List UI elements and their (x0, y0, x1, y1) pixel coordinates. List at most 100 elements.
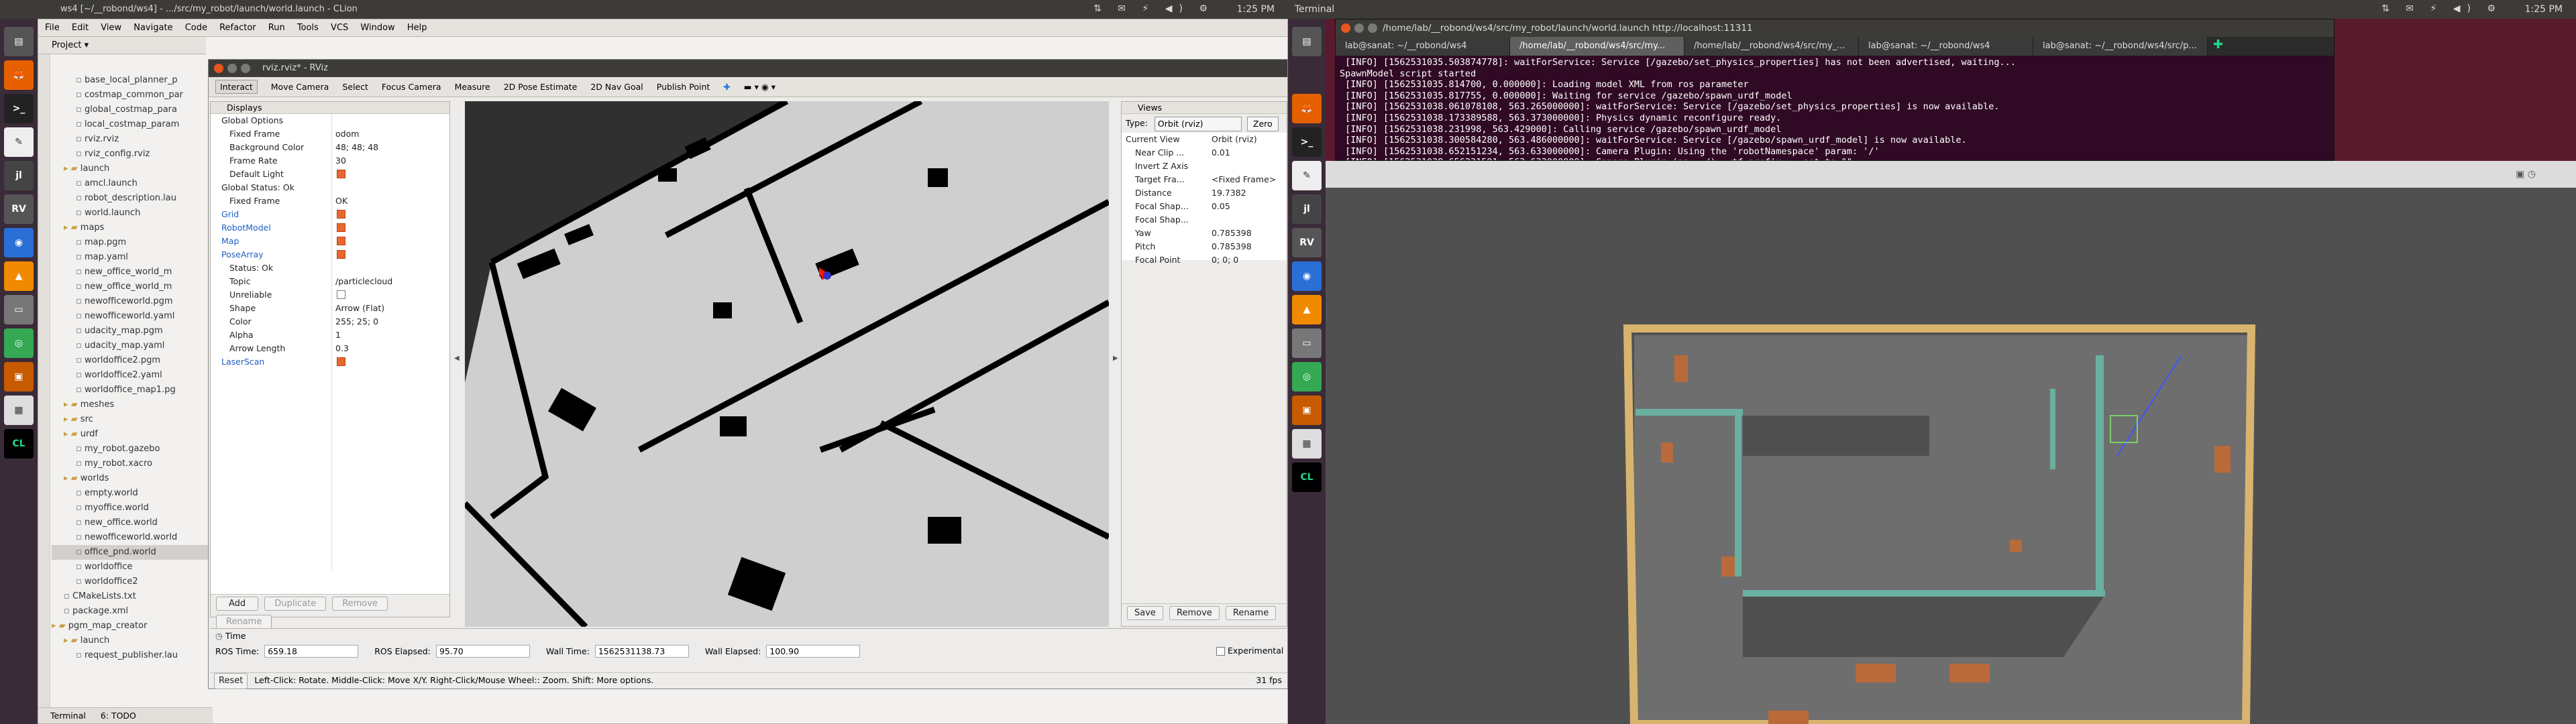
vm-icon[interactable]: ▣ (4, 362, 34, 391)
reset-button[interactable]: Reset (214, 673, 248, 689)
tool-2d-pose-estimate[interactable]: 2D Pose Estimate (504, 82, 578, 92)
clock[interactable]: 1:25 PM (1237, 4, 1275, 15)
rviz-minimize-button[interactable] (227, 64, 237, 73)
rviz-icon[interactable]: RV (4, 194, 34, 224)
tool-move-camera[interactable]: Move Camera (271, 82, 329, 92)
clion-icon-2[interactable]: CL (1292, 463, 1322, 492)
rviz-close-button[interactable] (214, 64, 223, 73)
view-row[interactable]: Current View Orbit (rviz) (1126, 133, 1287, 146)
view-zero-button[interactable]: Zero (1246, 116, 1279, 131)
view-row[interactable]: Target Fra... <Fixed Frame> (1126, 173, 1287, 186)
tool-focus-camera[interactable]: Focus Camera (382, 82, 441, 92)
chrome-icon-2[interactable]: ◎ (1292, 362, 1322, 391)
rviz-icon-2[interactable]: RV (1292, 228, 1322, 257)
right-tray-icons[interactable]: ⇅ ✉ ⚡ ◀) ⚙ (2381, 3, 2502, 14)
vlc-icon[interactable]: ▲ (4, 261, 34, 291)
terminal-tab-2[interactable]: /home/lab/__robond/ws4/src/my... (1510, 37, 1684, 56)
terminal-tab-4[interactable]: lab@sanat: ~/__robond/ws4 (1859, 37, 2033, 56)
vlc-icon-2[interactable]: ▲ (1292, 295, 1322, 324)
drive-icon[interactable]: ▭ (4, 295, 34, 324)
view-row[interactable]: Focal Point 0; 0; 0 (1126, 253, 1287, 267)
display-value[interactable]: OK (335, 194, 347, 208)
view-row[interactable]: Distance 19.7382 (1126, 186, 1287, 200)
display-value[interactable]: 30 (335, 154, 346, 168)
terminal-tab-5[interactable]: lab@sanat: ~/__robond/ws4/src/p... (2033, 37, 2208, 56)
menu-edit[interactable]: Edit (72, 23, 89, 33)
editor-icon-2[interactable]: ✎ (1292, 161, 1322, 190)
display-value[interactable]: 0.3 (335, 342, 349, 355)
view-prop-value[interactable]: Orbit (rviz) (1212, 133, 1257, 146)
system-tray-icons[interactable]: ⇅ ✉ ⚡ ◀) ⚙ (1093, 3, 1214, 14)
menu-view[interactable]: View (101, 23, 121, 33)
terminal-output[interactable]: [INFO] [1562531035.503874778]: waitForSe… (1336, 56, 2334, 160)
firefox-icon[interactable]: 🦊 (4, 60, 34, 90)
display-checkbox[interactable] (337, 223, 345, 232)
rviz-3d-viewport[interactable] (465, 101, 1109, 627)
chromium-icon[interactable]: ◉ (4, 228, 34, 257)
tool-options-icon[interactable]: ▬ ▾ ◉ ▾ (744, 82, 775, 92)
vm-icon-2[interactable]: ▣ (1292, 396, 1322, 425)
tool-select[interactable]: Select (342, 82, 368, 92)
view-row[interactable]: Invert Z Axis (1126, 160, 1287, 173)
files-icon[interactable]: ▤ (4, 27, 34, 56)
todo-tab[interactable]: 6: TODO (101, 711, 136, 721)
menu-vcs[interactable]: VCS (331, 23, 348, 33)
view-row[interactable]: Focal Shap... 0.05 (1126, 200, 1287, 213)
menu-window[interactable]: Window (360, 23, 394, 33)
terminal-tab[interactable]: Terminal (50, 711, 86, 721)
terminal-icon-2[interactable]: >_ (1292, 127, 1322, 157)
remove-display-button[interactable]: Remove (332, 597, 388, 611)
add-display-button[interactable]: Add (216, 597, 259, 611)
view-type-select[interactable]: Orbit (rviz) (1154, 116, 1242, 131)
wall-elapsed-field[interactable]: 100.90 (766, 645, 861, 658)
menu-code[interactable]: Code (185, 23, 207, 33)
rviz-maximize-button[interactable] (241, 64, 250, 73)
view-prop-value[interactable]: 0; 0; 0 (1212, 253, 1238, 267)
files-icon-2[interactable]: ▤ (1292, 27, 1322, 56)
display-value[interactable]: Arrow (Flat) (335, 302, 384, 315)
terminal-maximize-button[interactable] (1368, 23, 1377, 33)
display-checkbox[interactable] (337, 170, 345, 178)
tool-publish-point[interactable]: Publish Point (657, 82, 710, 92)
display-value[interactable]: odom (335, 127, 359, 141)
view-prop-value[interactable]: 0.05 (1212, 200, 1230, 213)
display-checkbox[interactable] (337, 237, 345, 245)
ros-elapsed-field[interactable]: 95.70 (435, 645, 530, 658)
display-checkbox[interactable] (337, 290, 345, 299)
project-panel-header[interactable]: Project ▾ (38, 37, 206, 54)
ros-time-field[interactable]: 659.18 (264, 645, 359, 658)
gazebo-scene[interactable] (1326, 188, 2576, 724)
duplicate-display-button[interactable]: Duplicate (264, 597, 327, 611)
display-checkbox[interactable] (337, 250, 345, 259)
wall-time-field[interactable]: 1562531138.73 (594, 645, 689, 658)
view-row[interactable]: Pitch 0.785398 (1126, 240, 1287, 253)
terminal-icon[interactable]: >_ (4, 94, 34, 123)
menu-run[interactable]: Run (268, 23, 285, 33)
display-value[interactable]: 1 (335, 328, 341, 342)
julia-icon[interactable]: jl (4, 161, 34, 190)
display-checkbox[interactable] (337, 357, 345, 366)
new-tab-icon[interactable]: ✚ (2213, 38, 2223, 52)
rename-display-button[interactable]: Rename (216, 615, 272, 629)
menu-refactor[interactable]: Refactor (219, 23, 256, 33)
view-row[interactable]: Yaw 0.785398 (1126, 227, 1287, 240)
display-value[interactable]: /particlecloud (335, 275, 392, 288)
tool-interact[interactable]: Interact (215, 80, 258, 94)
view-prop-value[interactable]: 19.7382 (1212, 186, 1246, 200)
tool-measure[interactable]: Measure (455, 82, 490, 92)
menu-tools[interactable]: Tools (297, 23, 319, 33)
view-row[interactable]: Focal Shap... (1126, 213, 1287, 227)
view-prop-value[interactable]: 0.01 (1212, 146, 1230, 160)
add-tool-icon[interactable]: ✚ (723, 82, 730, 92)
display-value[interactable]: 48; 48; 48 (335, 141, 378, 154)
viewport-collapse-left[interactable]: ◀ (454, 355, 460, 362)
chrome-icon[interactable]: ◎ (4, 328, 34, 358)
right-clock[interactable]: 1:25 PM (2525, 4, 2563, 15)
rename-view-button[interactable]: Rename (1225, 606, 1277, 620)
view-prop-value[interactable]: 0.785398 (1212, 227, 1252, 240)
calendar-icon-2[interactable]: ▦ (1292, 429, 1322, 459)
save-view-button[interactable]: Save (1127, 606, 1163, 620)
terminal-minimize-button[interactable] (1354, 23, 1364, 33)
view-prop-value[interactable]: <Fixed Frame> (1212, 173, 1276, 186)
clion-icon[interactable]: CL (4, 429, 34, 459)
